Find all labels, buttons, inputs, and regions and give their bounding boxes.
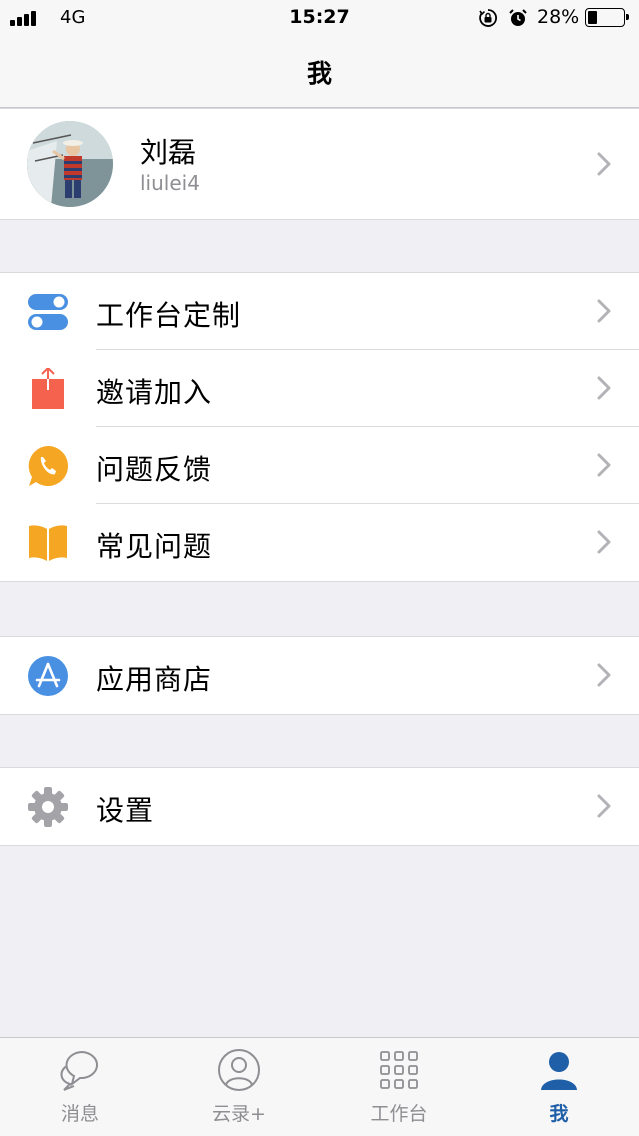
tab-label: 消息: [60, 1103, 99, 1125]
chevron-right-icon: [597, 299, 611, 323]
tab-messages[interactable]: 消息: [0, 1038, 160, 1136]
menu-group-2: 应用商店: [0, 636, 639, 715]
grid-icon: [380, 1051, 418, 1089]
menu-item-feedback[interactable]: 问题反馈: [0, 427, 639, 504]
profile-name: 刘磊: [140, 136, 197, 169]
tab-workbench[interactable]: 工作台: [319, 1038, 479, 1136]
menu-item-label: 应用商店: [96, 663, 213, 696]
share-icon: [32, 368, 64, 409]
nav-bar: 我: [0, 36, 639, 108]
menu-item-workbench-custom[interactable]: 工作台定制: [0, 273, 639, 350]
battery-icon: [585, 8, 629, 27]
toggle-icon: [28, 294, 68, 330]
gear-icon: [28, 787, 68, 827]
tab-label: 云录+: [212, 1103, 266, 1125]
chat-bubble-icon: [60, 1050, 98, 1091]
chevron-right-icon: [597, 530, 611, 554]
menu-item-label: 设置: [96, 794, 155, 827]
tab-label: 我: [549, 1103, 569, 1125]
profile-row[interactable]: 刘磊 liulei4: [0, 109, 639, 219]
person-icon: [541, 1052, 577, 1090]
chevron-right-icon: [597, 453, 611, 477]
menu-item-label: 常见问题: [96, 530, 213, 563]
menu-item-faq[interactable]: 常见问题: [0, 504, 639, 581]
tab-me[interactable]: 我: [479, 1038, 639, 1136]
menu-item-invite[interactable]: 邀请加入: [0, 350, 639, 427]
contact-icon: [218, 1049, 260, 1091]
avatar: [27, 121, 113, 207]
battery-percent: 28%: [537, 6, 580, 28]
chevron-right-icon: [597, 794, 611, 818]
chevron-right-icon: [597, 663, 611, 687]
menu-item-app-store[interactable]: 应用商店: [0, 637, 639, 714]
menu-item-label: 工作台定制: [96, 299, 242, 332]
chevron-right-icon: [597, 376, 611, 400]
menu-group-1: 工作台定制 邀请加入 问题反馈 常见问题: [0, 272, 639, 582]
screen: 4G 15:27 28% 我 刘磊 liulei4 工作台定制 邀请加入 问题反…: [0, 0, 639, 1136]
rotation-lock-icon: [479, 9, 497, 27]
phone-chat-icon: [28, 446, 68, 486]
chevron-right-icon: [597, 152, 611, 176]
menu-item-settings[interactable]: 设置: [0, 768, 639, 845]
menu-item-label: 问题反馈: [96, 453, 213, 486]
app-store-icon: [28, 656, 68, 696]
menu-item-label: 邀请加入: [96, 376, 213, 409]
status-bar: 4G 15:27 28%: [0, 0, 639, 36]
tab-cloud-contacts[interactable]: 云录+: [159, 1038, 319, 1136]
menu-group-3: 设置: [0, 767, 639, 846]
profile-section: 刘磊 liulei4: [0, 108, 639, 220]
tab-bar: 消息 云录+ 工作台 我: [0, 1037, 639, 1136]
book-icon: [29, 525, 67, 561]
alarm-icon: [509, 9, 527, 26]
profile-username: liulei4: [140, 171, 200, 195]
tab-label: 工作台: [370, 1103, 428, 1125]
page-title: 我: [306, 59, 332, 88]
